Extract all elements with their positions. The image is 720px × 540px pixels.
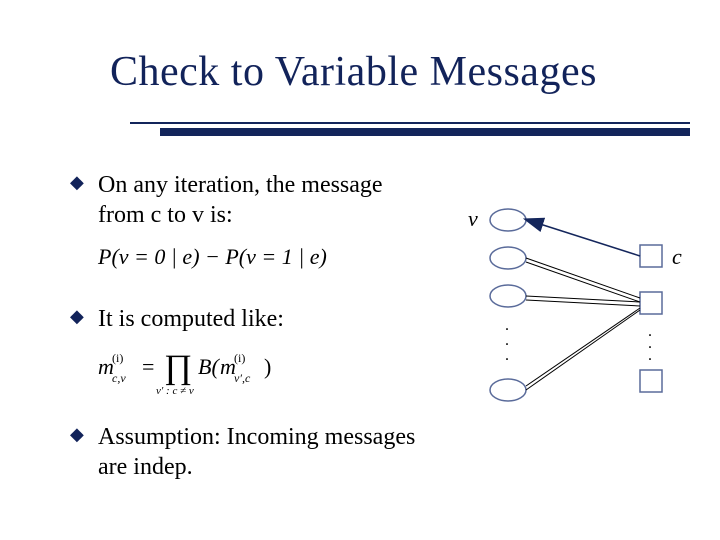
diagram-svg: . . . . . . v c (450, 190, 690, 420)
rule-thin (130, 122, 690, 124)
var-node (490, 285, 526, 307)
formula-2: m c,v (i) = ∏ v′ : c ≠ v B( m v′,c (i) ) (98, 344, 430, 396)
edge (526, 258, 640, 298)
bullet-mark-icon: ◆ (70, 426, 86, 442)
bipartite-diagram: . . . . . . v c (450, 190, 690, 420)
eq-sign: = (142, 354, 154, 379)
check-nodes (640, 245, 662, 392)
variable-nodes (490, 209, 526, 401)
rule-thick (160, 128, 690, 136)
B-open: B( (198, 354, 220, 379)
formula-2-svg: m c,v (i) = ∏ v′ : c ≠ v B( m v′,c (i) ) (98, 344, 418, 396)
var-node (490, 209, 526, 231)
bullet-mark-icon: ◆ (70, 174, 86, 190)
bullet-2: ◆ It is computed like: (70, 304, 430, 334)
bullet-3: ◆ Assumption: Incoming messages are inde… (70, 422, 430, 482)
bullet-1-text: On any iteration, the message from c to … (98, 172, 383, 228)
ellipsis-dots: . . . . . . (505, 317, 652, 364)
bullet-1: ◆ On any iteration, the message from c t… (70, 170, 430, 230)
formula-1-text: P(v = 0 | e) − P(v = 1 | e) (97, 244, 327, 269)
formula-1-svg: P(v = 0 | e) − P(v = 1 | e) (98, 240, 398, 276)
label-c: c (672, 244, 682, 269)
close-paren: ) (264, 354, 271, 379)
m-rhs-sub: v′,c (234, 371, 251, 385)
m-rhs-sup: (i) (234, 351, 245, 365)
edge (526, 310, 640, 390)
body: ◆ On any iteration, the message from c t… (70, 170, 430, 492)
check-node (640, 370, 662, 392)
m-lhs-sub: c,v (112, 371, 126, 385)
bullet-2-text: It is computed like: (98, 306, 284, 332)
prod-sub: v′ : c ≠ v (156, 385, 194, 397)
var-node (490, 379, 526, 401)
dots-left: . (505, 347, 509, 364)
dots-right: . (648, 347, 652, 364)
check-node (640, 292, 662, 314)
formula-1: P(v = 0 | e) − P(v = 1 | e) (98, 240, 430, 278)
page-title: Check to Variable Messages (110, 48, 680, 96)
m-lhs-sup: (i) (112, 351, 123, 365)
label-v: v (468, 206, 478, 231)
bullet-3-text: Assumption: Incoming messages are indep. (98, 424, 415, 480)
prod-symbol: ∏ (164, 349, 192, 386)
arrow-c-to-v (540, 224, 640, 256)
check-node (640, 245, 662, 267)
edge-lines (526, 258, 640, 390)
title-rule (130, 122, 690, 136)
edge (526, 308, 640, 386)
edge (526, 262, 640, 302)
title-area: Check to Variable Messages (110, 48, 680, 96)
var-node (490, 247, 526, 269)
slide: Check to Variable Messages ◆ On any iter… (0, 0, 720, 540)
bullet-mark-icon: ◆ (70, 308, 86, 324)
